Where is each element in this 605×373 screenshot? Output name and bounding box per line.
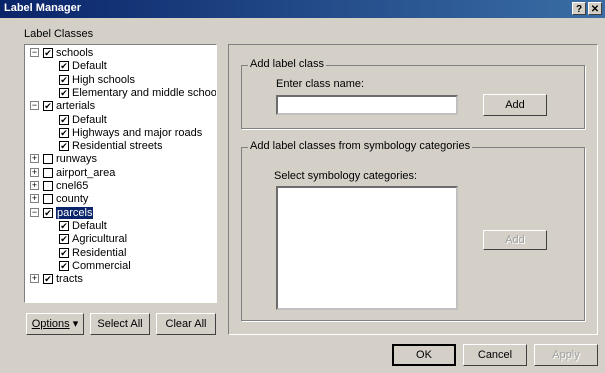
collapse-icon[interactable]: − — [30, 48, 39, 57]
expand-icon[interactable]: + — [30, 154, 39, 164]
add-label-class-group-label: Add label class — [248, 58, 326, 70]
checkbox[interactable]: ✔ — [59, 220, 69, 231]
tree-item-label: Commercial — [72, 259, 131, 272]
ok-button[interactable]: OK — [392, 344, 456, 366]
options-button[interactable]: Options ▾ — [26, 313, 84, 335]
checkbox[interactable]: ✔ — [59, 234, 69, 245]
tree-item-label: cnel65 — [56, 180, 89, 192]
checkbox[interactable] — [43, 154, 53, 165]
tree-item-label: Default — [72, 113, 107, 126]
label-classes-tree[interactable]: − ✔ schools ✔ Default ✔ High schools ✔ Elementar… — [24, 44, 217, 303]
clear-all-button[interactable]: Clear All — [156, 313, 216, 335]
cancel-button[interactable]: Cancel — [463, 344, 527, 366]
tree-item-label: runways — [56, 153, 97, 166]
help-button[interactable]: ? — [572, 2, 586, 15]
tree-item-label: tracts — [56, 273, 83, 286]
expand-icon[interactable]: + — [30, 167, 39, 177]
label-class-panel: Add label class Enter class name: Add Ad… — [228, 44, 598, 335]
select-all-button[interactable]: Select All — [90, 313, 150, 335]
tree-item-label: arterials — [56, 100, 96, 113]
symbology-group: Add label classes from symbology categor… — [241, 140, 585, 321]
checkbox[interactable]: ✔ — [43, 101, 53, 112]
window-title: Label Manager — [4, 2, 82, 14]
add-class-button[interactable]: Add — [483, 94, 547, 116]
chevron-down-icon: ▾ — [72, 318, 79, 330]
add-symbology-button[interactable]: Add — [483, 230, 547, 250]
tree-item-label: schools — [56, 47, 94, 59]
tree-item-label: Residential — [72, 246, 127, 259]
checkbox[interactable]: ✔ — [43, 48, 53, 58]
tree-item-label: Residential streets — [72, 140, 163, 153]
expand-icon[interactable]: + — [30, 194, 39, 204]
checkbox[interactable]: ✔ — [59, 74, 69, 85]
options-label: Options — [31, 318, 70, 330]
enter-class-name-label: Enter class name: — [276, 78, 365, 90]
collapse-icon[interactable]: − — [30, 207, 39, 217]
tree-item-label: Default — [72, 60, 107, 73]
add-label-class-group: Add label class Enter class name: Add — [241, 58, 585, 129]
tree-item-label: parcels — [56, 206, 94, 219]
symbology-categories-list[interactable] — [276, 186, 458, 310]
tree-item-label: Agricultural — [72, 233, 128, 246]
checkbox[interactable]: ✔ — [59, 141, 69, 152]
apply-button[interactable]: Apply — [534, 344, 598, 366]
expand-icon[interactable]: + — [30, 181, 39, 190]
checkbox[interactable]: ✔ — [43, 274, 53, 285]
label-classes-heading: Label Classes — [24, 28, 94, 40]
expand-icon[interactable]: + — [30, 274, 39, 284]
checkbox[interactable]: ✔ — [59, 87, 69, 98]
select-symbology-label: Select symbology categories: — [274, 170, 418, 182]
tree-item-label: Elementary and middle schools — [72, 86, 217, 99]
tree-item-label: county — [56, 193, 89, 206]
checkbox[interactable] — [43, 181, 53, 191]
class-name-input[interactable] — [276, 95, 458, 115]
symbology-group-label: Add label classes from symbology categor… — [248, 140, 473, 152]
title-bar: Label Manager ? ✕ — [0, 0, 605, 18]
checkbox[interactable] — [43, 194, 53, 205]
checkbox[interactable]: ✔ — [59, 61, 69, 72]
tree-item-label: Highways and major roads — [72, 126, 203, 139]
checkbox[interactable]: ✔ — [59, 260, 69, 271]
checkbox[interactable]: ✔ — [43, 207, 53, 218]
checkbox[interactable] — [43, 167, 53, 178]
close-button[interactable]: ✕ — [588, 2, 602, 15]
checkbox[interactable]: ✔ — [59, 127, 69, 138]
tree-item-label: High schools — [72, 73, 135, 86]
checkbox[interactable]: ✔ — [59, 247, 69, 258]
tree-item-label: Default — [72, 219, 107, 232]
checkbox[interactable]: ✔ — [59, 114, 69, 125]
tree-item-label: airport_area — [56, 166, 116, 179]
collapse-icon[interactable]: − — [30, 101, 39, 111]
